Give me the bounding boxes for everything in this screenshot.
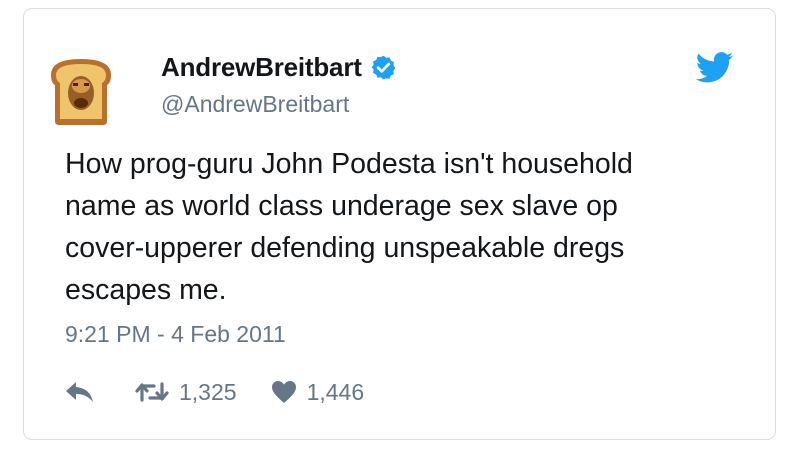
- reply-button[interactable]: [65, 380, 95, 404]
- tweet-text-line: name as world class underage sex slave o…: [65, 190, 618, 222]
- tweet-text-line: cover-upperer defending unspeakable dreg…: [65, 232, 625, 264]
- tweet-text-line: escapes me.: [65, 274, 227, 306]
- author-handle[interactable]: @AndrewBreitbart: [161, 91, 349, 118]
- retweet-count: 1,325: [179, 378, 237, 405]
- page: AndrewBreitbart @AndrewBreitbart How pro…: [0, 0, 800, 450]
- twitter-bird-icon[interactable]: [696, 52, 734, 83]
- like-count: 1,446: [306, 378, 365, 405]
- author-display-name[interactable]: AndrewBreitbart: [161, 52, 397, 83]
- tweet-timestamp[interactable]: 9:21 PM - 4 Feb 2011: [65, 321, 286, 348]
- heart-icon: [271, 381, 296, 403]
- retweet-icon: [135, 382, 169, 402]
- retweet-button[interactable]: 1,325: [135, 379, 237, 406]
- toast-face-avatar-icon: [43, 53, 119, 129]
- tweet-text-line: How prog-guru John Podesta isn't househo…: [65, 148, 633, 180]
- verified-badge-icon: [371, 55, 396, 80]
- tweet-text: How prog-guru John Podesta isn't househo…: [65, 143, 745, 311]
- like-button[interactable]: 1,446: [271, 378, 365, 406]
- profile-avatar[interactable]: [43, 53, 119, 129]
- tweet-actions: 1,325 1,446: [65, 377, 364, 407]
- reply-arrow-icon: [66, 382, 93, 402]
- author-name-text[interactable]: AndrewBreitbart: [161, 52, 362, 83]
